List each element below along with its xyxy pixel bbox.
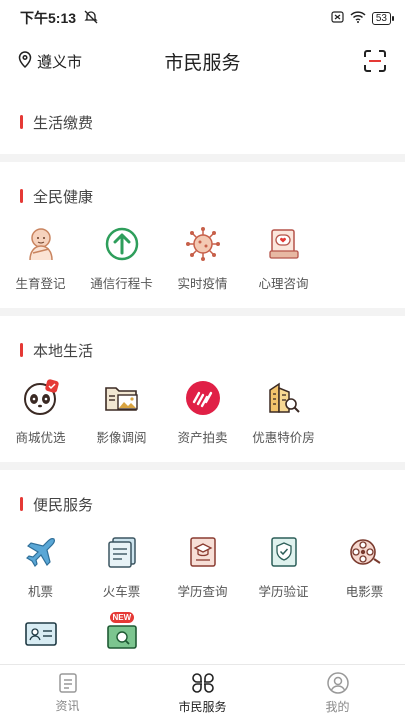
section-title: 全民健康	[33, 188, 94, 206]
do-not-disturb-icon	[84, 10, 98, 27]
tab-label: 市民服务	[178, 699, 227, 714]
service-movie[interactable]: 电影票	[324, 532, 405, 600]
service-label: 火车票	[102, 585, 141, 599]
service-new[interactable]: NEW	[81, 612, 162, 663]
service-train[interactable]: 火车票	[81, 532, 162, 600]
section-marker	[20, 115, 23, 129]
service-label: 优惠特价房	[252, 431, 315, 445]
divider	[0, 308, 405, 316]
divider	[0, 154, 405, 162]
service-label: 生育登记	[15, 277, 66, 291]
service-label: 影像调阅	[96, 431, 147, 445]
tab-label: 我的	[325, 699, 350, 714]
no-sim-icon	[331, 10, 344, 26]
building-search-icon	[264, 378, 304, 418]
section-header: 本地生活	[0, 330, 405, 370]
section-marker	[20, 497, 23, 511]
tab-label: 资讯	[55, 698, 80, 713]
service-id-card[interactable]	[0, 614, 81, 663]
service-travel-card[interactable]: 通信行程卡	[81, 224, 162, 292]
city-label: 遵义市	[37, 53, 83, 71]
service-label: 商城优选	[15, 431, 66, 445]
profile-icon	[326, 671, 349, 694]
panda-shop-icon	[21, 378, 61, 418]
service-label: 实时疫情	[177, 277, 228, 291]
section-header: 生活缴费	[0, 102, 405, 142]
service-label: 通信行程卡	[90, 277, 153, 291]
service-mall[interactable]: 商城优选	[0, 378, 81, 446]
baby-icon	[21, 224, 61, 264]
image-folder-icon	[102, 378, 142, 418]
section-title: 生活缴费	[33, 114, 94, 132]
tab-citizen-services[interactable]: 市民服务	[135, 665, 270, 720]
film-reel-icon	[345, 532, 385, 572]
scan-button[interactable]	[363, 49, 387, 73]
service-label: 心理咨询	[258, 277, 309, 291]
virus-icon	[183, 224, 223, 264]
section-local: 本地生活 商城优选 影像调阅 资产拍卖 优惠特价房	[0, 316, 405, 462]
section-life-pay: 生活缴费	[0, 86, 405, 154]
service-degree-query[interactable]: 学历查询	[162, 532, 243, 600]
status-time: 下午5:13	[20, 10, 77, 26]
airplane-icon	[21, 532, 61, 572]
section-marker	[20, 343, 23, 357]
id-card-icon	[21, 614, 61, 654]
new-badge: NEW	[109, 612, 135, 623]
scan-icon	[364, 50, 386, 72]
service-label: 学历查询	[177, 585, 228, 599]
wifi-icon	[350, 10, 366, 26]
service-discount-housing[interactable]: 优惠特价房	[243, 378, 324, 446]
section-title: 便民服务	[33, 496, 94, 514]
certificate-shield-icon	[264, 532, 304, 572]
city-selector[interactable]: 遵义市	[18, 50, 83, 72]
train-ticket-icon	[102, 532, 142, 572]
service-epidemic[interactable]: 实时疫情	[162, 224, 243, 292]
service-label: 学历验证	[258, 585, 309, 599]
new-badge-icon: NEW	[102, 612, 142, 654]
heart-chat-icon	[264, 224, 304, 264]
news-icon	[58, 672, 77, 693]
location-pin-icon	[18, 50, 32, 72]
service-birth-registration[interactable]: 生育登记	[0, 224, 81, 292]
section-convenience: 便民服务 机票 火车票 学历查询 学历验证 电影票 NEW	[0, 470, 405, 677]
service-label: 机票	[27, 585, 53, 599]
section-header: 便民服务	[0, 484, 405, 524]
section-header: 全民健康	[0, 176, 405, 216]
battery-indicator: 53	[371, 11, 395, 25]
service-degree-verify[interactable]: 学历验证	[243, 532, 324, 600]
arrow-up-circle-icon	[102, 224, 142, 264]
service-image-review[interactable]: 影像调阅	[81, 378, 162, 446]
divider	[0, 462, 405, 470]
section-marker	[20, 189, 23, 203]
auction-icon	[183, 378, 223, 418]
section-health: 全民健康 生育登记 通信行程卡 实时疫情 心理咨询	[0, 162, 405, 308]
tab-profile[interactable]: 我的	[270, 665, 405, 720]
service-flight[interactable]: 机票	[0, 532, 81, 600]
tab-news[interactable]: 资讯	[0, 665, 135, 720]
clover-grid-icon	[191, 672, 214, 693]
bottom-tab-bar: 资讯 市民服务 我的	[0, 664, 405, 720]
section-title: 本地生活	[33, 342, 94, 360]
service-counseling[interactable]: 心理咨询	[243, 224, 324, 292]
service-label: 电影票	[345, 585, 384, 599]
nav-bar: 遵义市 市民服务	[0, 36, 405, 86]
service-label: 资产拍卖	[177, 431, 228, 445]
service-auction[interactable]: 资产拍卖	[162, 378, 243, 446]
status-bar: 下午5:13 53	[0, 0, 405, 36]
graduation-cap-icon	[183, 532, 223, 572]
